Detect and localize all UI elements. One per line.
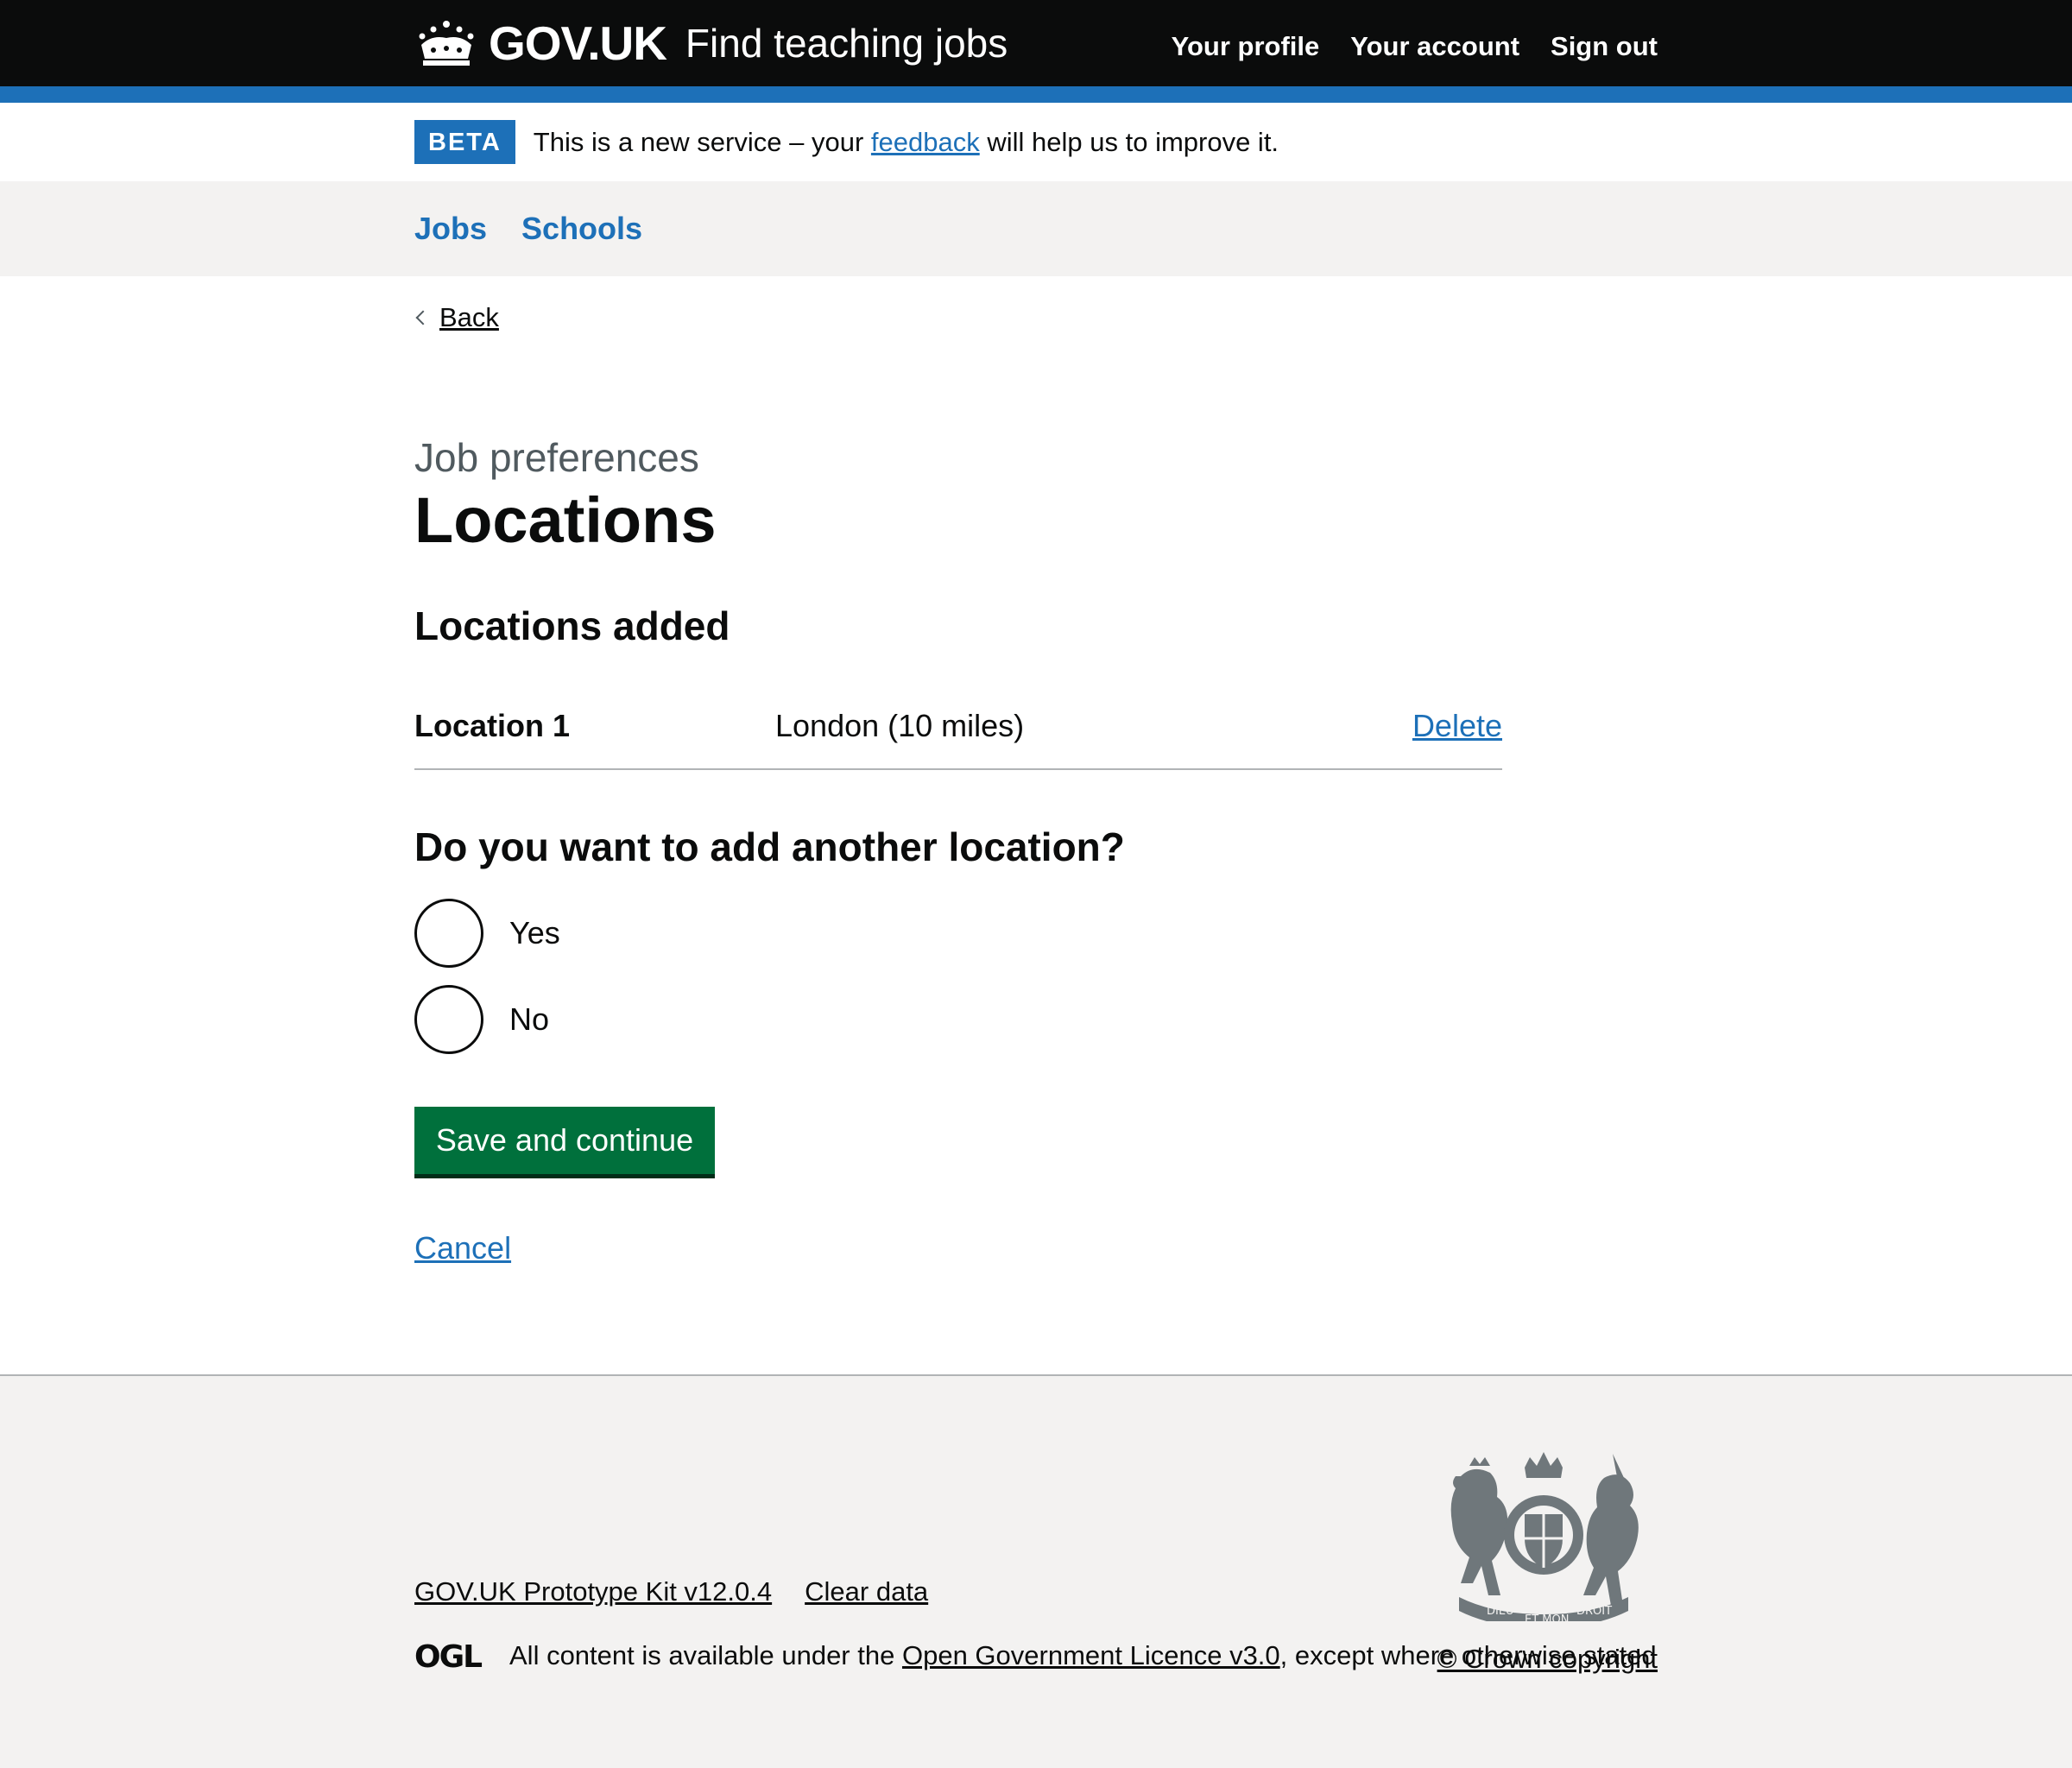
beta-message: This is a new service – your feedback wi… — [534, 127, 1279, 158]
radio-yes-input[interactable] — [414, 899, 483, 968]
ogl-logo-text: OGL — [414, 1641, 482, 1670]
open-government-licence-link[interactable]: Open Government Licence v3.0 — [902, 1640, 1280, 1671]
clear-data-link[interactable]: Clear data — [805, 1576, 928, 1607]
service-navigation: Jobs Schools — [0, 181, 2072, 276]
save-and-continue-button[interactable]: Save and continue — [414, 1107, 715, 1174]
radio-option-no[interactable]: No — [414, 985, 549, 1054]
site-header: GOV.UK Find teaching jobs Your profile Y… — [0, 0, 2072, 86]
crest-motto-left: DIEU — [1487, 1605, 1514, 1618]
your-account-link[interactable]: Your account — [1350, 31, 1519, 62]
prototype-kit-link[interactable]: GOV.UK Prototype Kit v12.0.4 — [414, 1576, 772, 1607]
crest-motto-right: DROIT — [1576, 1605, 1612, 1618]
page-caption: Job preferences — [414, 435, 699, 480]
phase-banner: BETA This is a new service – your feedba… — [0, 103, 2072, 181]
main-content: Back Job preferences Locations Locations… — [0, 276, 2072, 1374]
royal-coat-of-arms-icon: DIEU ET MON DROIT — [1450, 1452, 1639, 1621]
beta-text-after: will help us to improve it. — [987, 126, 1279, 157]
radio-option-yes[interactable]: Yes — [414, 899, 560, 968]
radio-no-label[interactable]: No — [509, 1001, 549, 1038]
beta-tag: BETA — [414, 120, 515, 164]
header-blue-stripe — [0, 86, 2072, 103]
ogl-logo-icon: OGL — [414, 1641, 483, 1670]
feedback-link[interactable]: feedback — [871, 127, 980, 157]
chevron-left-icon — [415, 310, 431, 325]
add-another-question: Do you want to add another location? — [414, 824, 1125, 869]
sign-out-link[interactable]: Sign out — [1551, 31, 1658, 62]
your-profile-link[interactable]: Your profile — [1172, 31, 1320, 62]
nav-jobs-link[interactable]: Jobs — [414, 211, 487, 247]
crown-copyright-link[interactable]: © Crown copyright — [1437, 1644, 1658, 1675]
radio-no-input[interactable] — [414, 985, 483, 1054]
beta-text-before: This is a new service – your — [533, 126, 864, 157]
licence-text-before: All content is available under the — [509, 1640, 895, 1670]
back-link[interactable]: Back — [414, 302, 499, 333]
cancel-link[interactable]: Cancel — [414, 1230, 511, 1266]
location-value: London (10 miles) — [775, 708, 1025, 743]
footer-links: GOV.UK Prototype Kit v12.0.4 Clear data — [414, 1576, 928, 1607]
delete-location-link[interactable]: Delete — [1412, 708, 1502, 744]
locations-added-heading: Locations added — [414, 603, 730, 648]
radio-yes-label[interactable]: Yes — [509, 915, 560, 951]
location-summary-row: Location 1 London (10 miles) Delete — [414, 708, 1502, 770]
location-key: Location 1 — [414, 708, 571, 743]
govuk-logo-link[interactable]: GOV.UK Find teaching jobs — [414, 14, 1008, 73]
crown-icon — [419, 21, 474, 66]
account-nav: Your profile Your account Sign out — [1172, 31, 1658, 62]
crest-motto-middle: ET MON — [1525, 1613, 1569, 1621]
govuk-wordmark: GOV.UK — [489, 16, 667, 70]
site-footer: DIEU ET MON DROIT GOV.UK Prototype Kit v… — [0, 1374, 2072, 1768]
nav-schools-link[interactable]: Schools — [521, 211, 642, 247]
service-name[interactable]: Find teaching jobs — [685, 20, 1008, 66]
back-link-label: Back — [439, 302, 499, 332]
page-title: Locations — [414, 484, 717, 556]
